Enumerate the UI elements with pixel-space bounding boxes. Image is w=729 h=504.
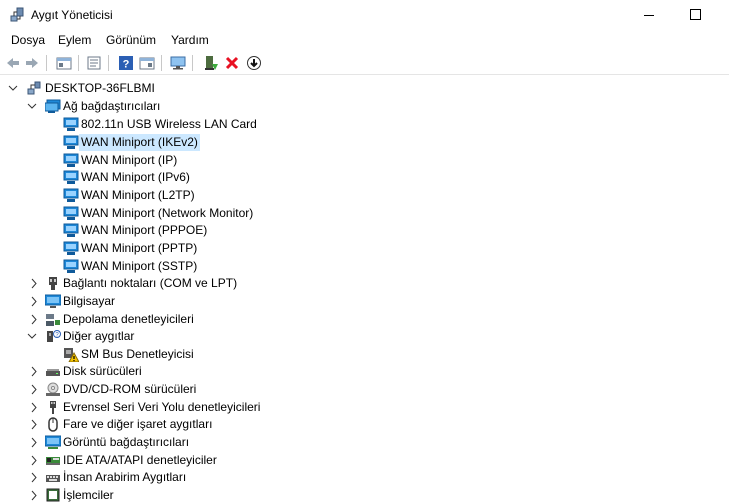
title-bar: Aygıt Yöneticisi xyxy=(0,0,729,31)
network-adapter-icon xyxy=(63,188,79,202)
forward-icon[interactable] xyxy=(24,55,40,71)
display-adapter-icon xyxy=(45,435,61,449)
network-adapter-icon xyxy=(63,170,79,184)
chevron-right-icon[interactable] xyxy=(29,275,39,292)
device-manager-icon xyxy=(10,7,24,22)
network-adapter-icon xyxy=(63,153,79,167)
menu-gorunum[interactable]: Görünüm xyxy=(106,33,156,47)
unknown-device-icon: ? xyxy=(47,330,61,342)
menu-eylem[interactable]: Eylem xyxy=(58,33,91,47)
menu-bar: Dosya Eylem Görünüm Yardım xyxy=(0,31,729,51)
window-title: Aygıt Yöneticisi xyxy=(31,8,113,22)
port-icon xyxy=(49,277,57,290)
chevron-right-icon[interactable] xyxy=(29,434,39,451)
warning-device-icon xyxy=(64,348,79,362)
chevron-right-icon[interactable] xyxy=(29,363,39,380)
properties-icon[interactable] xyxy=(86,55,102,71)
ide-controller-icon xyxy=(46,457,60,465)
menu-dosya[interactable]: Dosya xyxy=(11,33,45,47)
network-adapter-icon xyxy=(63,117,79,131)
device-tree: DESKTOP-36FLBMI Ağ bağdaştırıcıları 802.… xyxy=(0,80,729,502)
maximize-button[interactable] xyxy=(672,0,718,31)
hid-icon xyxy=(46,475,60,482)
chevron-right-icon[interactable] xyxy=(29,293,39,310)
svg-text:?: ? xyxy=(123,59,130,71)
network-adapter-icon xyxy=(63,206,79,220)
processor-icon xyxy=(46,488,60,502)
uninstall-icon[interactable] xyxy=(224,55,240,71)
chevron-down-icon[interactable] xyxy=(27,328,37,345)
chevron-right-icon[interactable] xyxy=(29,487,39,504)
chevron-right-icon[interactable] xyxy=(29,399,39,416)
monitor-icon[interactable] xyxy=(170,55,186,71)
network-adapter-icon xyxy=(63,135,79,149)
computer-icon xyxy=(45,294,61,308)
show-hide-tree-icon[interactable] xyxy=(56,55,72,71)
chevron-right-icon[interactable] xyxy=(29,311,39,328)
usb-icon xyxy=(50,401,56,414)
network-adapter-icon xyxy=(63,241,79,255)
download-icon[interactable] xyxy=(246,55,262,71)
chevron-right-icon[interactable] xyxy=(29,381,39,398)
chevron-right-icon[interactable] xyxy=(29,469,39,486)
mouse-icon xyxy=(48,417,58,432)
menu-yardim[interactable]: Yardım xyxy=(171,33,209,47)
back-icon[interactable] xyxy=(5,55,21,71)
view-icon[interactable] xyxy=(139,55,155,71)
network-adapter-icon xyxy=(63,223,79,237)
chevron-down-icon[interactable] xyxy=(27,98,37,115)
help-icon[interactable]: ? xyxy=(118,55,134,71)
computer-tree-icon xyxy=(27,81,41,95)
network-adapter-icon xyxy=(45,99,61,113)
chevron-right-icon[interactable] xyxy=(29,452,39,469)
chevron-right-icon[interactable] xyxy=(29,416,39,433)
chevron-down-icon[interactable] xyxy=(8,80,18,97)
network-adapter-icon xyxy=(63,259,79,273)
storage-controller-icon xyxy=(46,314,60,326)
update-driver-icon[interactable] xyxy=(203,55,219,71)
minimize-button[interactable] xyxy=(626,0,672,31)
toolbar: ? xyxy=(0,52,729,75)
dvd-drive-icon xyxy=(46,382,60,396)
disk-drive-icon xyxy=(46,369,60,376)
